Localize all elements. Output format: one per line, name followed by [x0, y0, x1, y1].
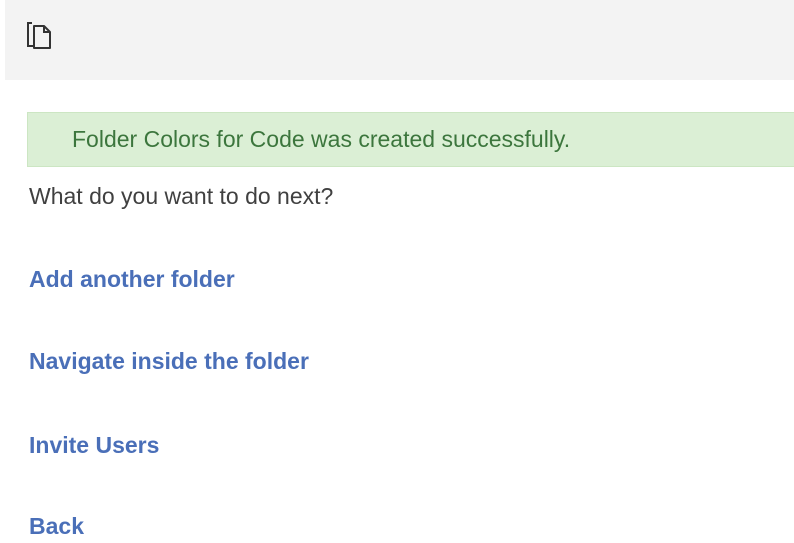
invite-users-link[interactable]: Invite Users [29, 432, 159, 459]
next-step-prompt: What do you want to do next? [29, 183, 334, 209]
success-alert: Folder Colors for Code was created succe… [27, 112, 794, 167]
back-link[interactable]: Back [29, 513, 84, 540]
top-bar [5, 0, 794, 80]
navigate-inside-folder-link[interactable]: Navigate inside the folder [29, 348, 309, 375]
copy-icon[interactable] [26, 19, 52, 51]
success-message: Folder Colors for Code was created succe… [72, 126, 571, 152]
add-another-folder-link[interactable]: Add another folder [29, 266, 235, 293]
